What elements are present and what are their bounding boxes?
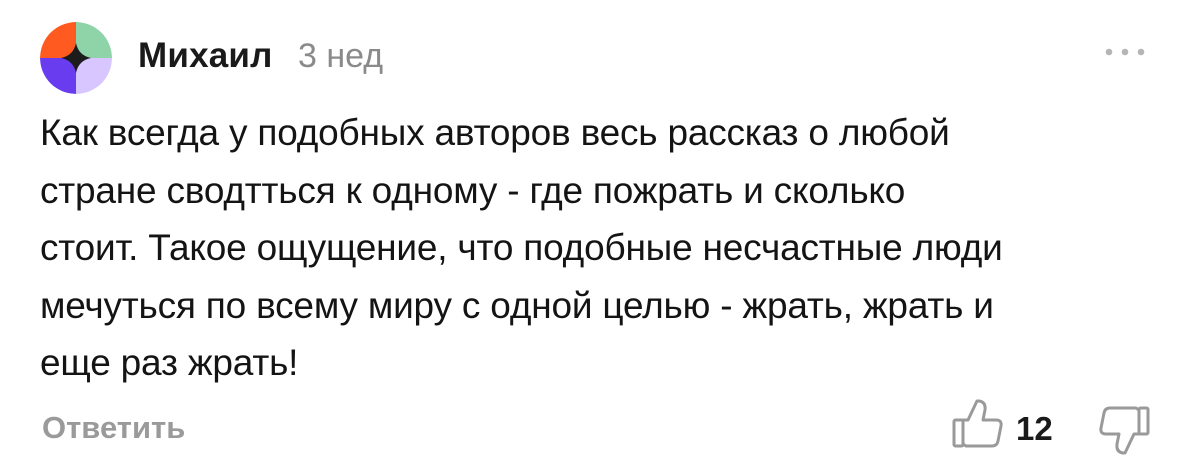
avatar-graphic — [40, 22, 112, 94]
comment-time: 3 нед — [298, 37, 384, 75]
thumbs-up-icon — [952, 399, 1003, 448]
comment-card: Михаил 3 нед Как всегда у подобных автор… — [0, 0, 1200, 473]
likes-count: 12 — [1016, 410, 1053, 447]
more-dots-icon — [1105, 48, 1145, 56]
author-name[interactable]: Михаил — [138, 36, 273, 76]
avatar[interactable] — [40, 22, 112, 94]
thumbs-down-icon — [1099, 406, 1150, 455]
reply-button[interactable]: Ответить — [42, 410, 185, 446]
comment-text: Как всегда у подобных авторов весь расск… — [40, 112, 1003, 383]
like-button[interactable] — [950, 398, 1006, 450]
more-options-button[interactable] — [1101, 42, 1149, 62]
dislike-button[interactable] — [1096, 404, 1152, 456]
